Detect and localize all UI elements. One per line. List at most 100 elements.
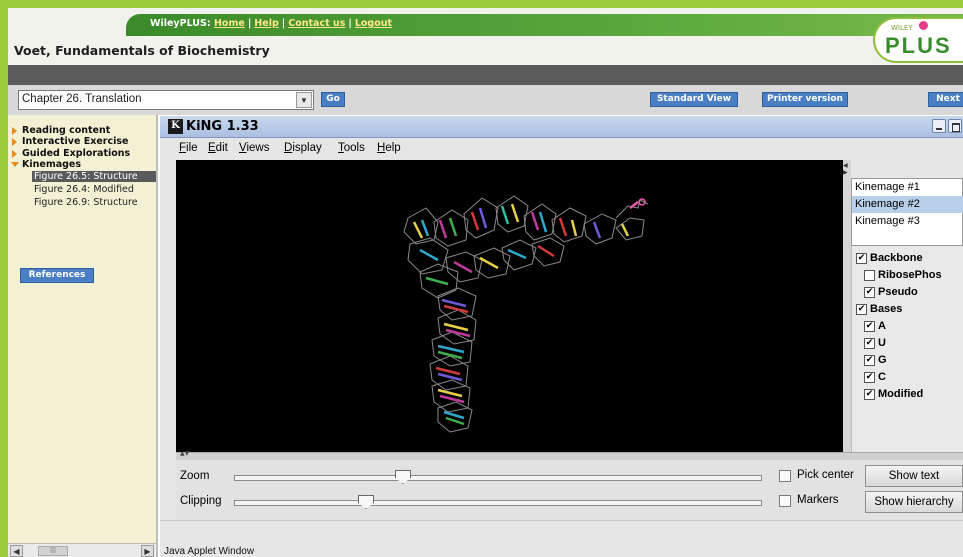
sidebar: Reading content Interactive Exercise Gui… — [8, 115, 158, 557]
checkbox-label: Pseudo — [878, 286, 918, 298]
applet-title: KiNG 1.33 — [186, 119, 259, 134]
triangle-right-icon — [12, 138, 17, 146]
scroll-right-icon[interactable]: ▶ — [141, 545, 154, 557]
sidebar-item-exercise[interactable]: Interactive Exercise — [12, 136, 129, 147]
sidebar-item-label: Reading content — [22, 125, 111, 136]
home-link[interactable]: Home — [214, 18, 245, 29]
checkbox-box[interactable] — [864, 270, 875, 281]
sidebar-subitem-figure-26-4[interactable]: Figure 26.4: Modified — [32, 184, 156, 195]
zoom-slider[interactable] — [234, 475, 762, 481]
sidebar-item-label: Interactive Exercise — [22, 136, 129, 147]
logo-wiley-text: WILEY — [891, 24, 913, 32]
checkbox-box[interactable]: ✔ — [864, 389, 875, 400]
clipping-slider[interactable] — [234, 500, 762, 506]
molecule-canvas[interactable] — [176, 160, 843, 452]
checkbox-box[interactable] — [779, 495, 791, 507]
trna-structure-graphic — [403, 195, 649, 433]
king-applet-window: K KiNG 1.33 File Edit Views Display Tool… — [160, 116, 963, 557]
brand-prefix: WileyPLUS: — [150, 18, 211, 29]
checkbox-box[interactable]: ✔ — [864, 287, 875, 298]
next-button[interactable]: Next — [928, 92, 963, 107]
splitter-arrows-icon: ▲▼ — [180, 450, 190, 457]
checkbox-box[interactable]: ✔ — [864, 372, 875, 383]
view-controls: Zoom Clipping Pick center Markers Show t… — [176, 460, 963, 520]
checkbox-label: Pick center — [797, 469, 854, 481]
minimize-icon[interactable] — [932, 119, 946, 133]
header-divider — [8, 65, 963, 85]
sidebar-scrollbar[interactable]: ◀ ||| ▶ — [8, 543, 156, 557]
checkbox-box[interactable]: ✔ — [856, 253, 867, 264]
chapter-bar: Chapter 26. Translation ▼ Go Standard Vi… — [8, 85, 963, 115]
checkbox-box[interactable]: ✔ — [864, 321, 875, 332]
kinemage-item-2[interactable]: Kinemage #2 — [852, 196, 963, 213]
kinemage-list[interactable]: Kinemage #1 Kinemage #2 Kinemage #3 — [851, 178, 963, 246]
checkbox-box[interactable] — [779, 470, 791, 482]
status-text: Java Applet Window — [164, 546, 255, 557]
checkbox-label: Markers — [797, 494, 839, 506]
menu-file[interactable]: File — [179, 142, 198, 154]
wileyplus-page: WileyPLUS: Home | Help | Contact us | Logout V… — [8, 8, 963, 557]
scroll-left-icon[interactable]: ◀ — [10, 545, 23, 557]
menu-help[interactable]: Help — [377, 142, 401, 154]
printer-version-button[interactable]: Printer version — [762, 92, 848, 107]
splitter-arrows-icon: ◀ ▶ — [843, 162, 848, 176]
sidebar-item-reading[interactable]: Reading content — [12, 125, 111, 136]
logout-link[interactable]: Logout — [355, 18, 392, 29]
logo-plus-text: PLUS — [885, 33, 952, 58]
vertical-splitter[interactable]: ◀ ▶ — [843, 160, 851, 452]
triangle-right-icon — [12, 150, 17, 158]
menu-edit[interactable]: Edit — [208, 142, 228, 154]
checkbox-label: Modified — [878, 388, 924, 400]
top-header: WileyPLUS: Home | Help | Contact us | Logout V… — [8, 8, 963, 65]
logo-dot-icon — [919, 21, 928, 30]
triangle-right-icon — [12, 127, 17, 135]
sidebar-item-label: Kinemages — [22, 159, 82, 170]
sidebar-item-label: Guided Explorations — [22, 148, 131, 159]
checkbox-label: A — [878, 320, 886, 332]
menu-tools[interactable]: Tools — [338, 142, 365, 154]
king-logo-icon: K — [168, 119, 183, 134]
help-link[interactable]: Help — [254, 18, 278, 29]
checkbox-box[interactable]: ✔ — [864, 355, 875, 366]
checkbox-label: U — [878, 337, 886, 349]
checkbox-label: Backbone — [870, 252, 923, 264]
scroll-thumb[interactable]: ||| — [38, 546, 68, 556]
chapter-select[interactable]: Chapter 26. Translation ▼ — [18, 90, 314, 110]
book-title: Voet, Fundamentals of Biochemistry — [14, 43, 270, 58]
go-button[interactable]: Go — [321, 92, 345, 107]
checkbox-label: G — [878, 354, 887, 366]
horizontal-splitter[interactable]: ▲▼ — [176, 450, 963, 460]
kinemage-item-3[interactable]: Kinemage #3 — [852, 213, 963, 230]
sidebar-subitem-figure-26-9[interactable]: Figure 26.9: Structure — [32, 197, 156, 208]
show-text-button[interactable]: Show text — [865, 465, 963, 487]
clipping-label: Clipping — [180, 495, 222, 507]
checkbox-box[interactable]: ✔ — [856, 304, 867, 315]
sidebar-item-explorations[interactable]: Guided Explorations — [12, 148, 131, 159]
checkbox-label: Bases — [870, 303, 903, 315]
sidebar-subitem-figure-26-5[interactable]: Figure 26.5: Structure — [32, 171, 156, 182]
sidebar-item-kinemages[interactable]: Kinemages — [11, 159, 82, 170]
show-hierarchy-button[interactable]: Show hierarchy — [865, 491, 963, 513]
menu-display[interactable]: Display — [284, 142, 322, 154]
maximize-icon[interactable] — [948, 119, 962, 133]
chevron-down-icon[interactable]: ▼ — [296, 92, 312, 108]
checkbox-box[interactable]: ✔ — [864, 338, 875, 349]
checkbox-label: C — [878, 371, 886, 383]
checkbox-label: RibosePhos — [878, 269, 942, 281]
status-bar: Java Applet Window — [160, 520, 963, 557]
applet-titlebar: K KiNG 1.33 — [160, 116, 963, 138]
kinemage-item-1[interactable]: Kinemage #1 — [852, 179, 963, 196]
references-button[interactable]: References — [20, 268, 94, 283]
menubar: File Edit Views Display Tools Help — [160, 138, 963, 160]
chapter-select-value: Chapter 26. Translation — [22, 93, 142, 105]
wileyplus-logo[interactable]: WILEY PLUS — [873, 17, 963, 63]
contact-link[interactable]: Contact us — [288, 18, 345, 29]
triangle-down-icon — [11, 162, 19, 167]
menu-views[interactable]: Views — [239, 142, 269, 154]
group-checkbox-panel: ✔ Backbone RibosePhos ✔ Pseudo ✔ Bases ✔… — [851, 246, 963, 452]
zoom-label: Zoom — [180, 470, 210, 482]
zoom-slider-thumb[interactable] — [394, 470, 411, 484]
standard-view-button[interactable]: Standard View — [650, 92, 738, 107]
top-links: WileyPLUS: Home | Help | Contact us | Logout — [150, 18, 393, 29]
clipping-slider-thumb[interactable] — [358, 495, 374, 509]
